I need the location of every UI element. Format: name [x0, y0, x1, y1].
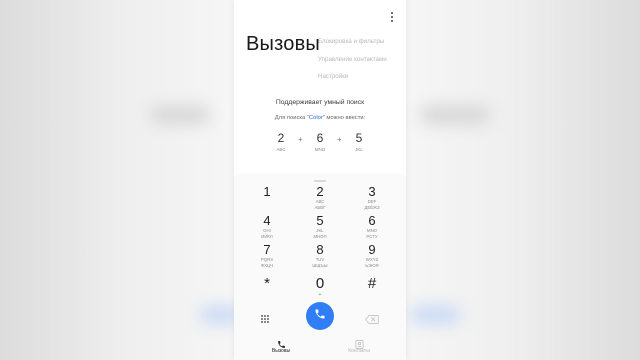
key-4[interactable]: 4 GHI ИЙКЛ [242, 213, 292, 240]
smart-search-hint: Для поиска "Color" можно ввести: [234, 115, 406, 121]
example-digit: 5 [355, 131, 363, 145]
example-letters: JKL [355, 147, 363, 152]
dialpad: 1 2 ABC АБВГ 3 DEF ДЕЁЖЗ 4 GHI ИЙКЛ 5 JK… [234, 176, 406, 360]
bottom-tabs: Вызовы Контакты [234, 336, 406, 360]
key-latin: + [318, 292, 322, 298]
key-cyr: ЬЭЮЯ [365, 263, 379, 268]
background-blur [410, 306, 460, 324]
key-2[interactable]: 2 ABC АБВГ [295, 184, 345, 211]
menu-item-settings[interactable]: Настройки [318, 73, 387, 91]
key-digit: 9 [368, 242, 376, 257]
more-vert-icon[interactable] [389, 12, 395, 26]
menu-item-block-filters[interactable]: Блокировка и фильтры [318, 38, 387, 56]
key-digit: 3 [368, 184, 376, 199]
key-digit: 8 [316, 242, 324, 257]
contacts-icon [329, 336, 389, 349]
overflow-menu: Блокировка и фильтры Управление контакта… [318, 38, 387, 91]
tab-label: Вызовы [271, 348, 291, 354]
example-digit: 2 [277, 131, 285, 145]
key-cyr: ИЙКЛ [261, 234, 273, 239]
key-digit: * [264, 275, 270, 292]
background-blur [420, 106, 490, 124]
background-left [0, 0, 234, 360]
page-title: Вызовы [246, 33, 320, 55]
key-digit: 1 [263, 184, 271, 199]
smart-search-title: Поддерживает умный поиск [275, 99, 365, 106]
background-blur [150, 106, 210, 124]
tab-label: Контакты [348, 348, 370, 354]
hint-prefix: Для поиска " [274, 115, 309, 121]
key-cyr: АБВГ [314, 205, 326, 210]
key-cyr: МНОП [313, 234, 327, 239]
key-digit: 2 [316, 184, 324, 199]
key-cyr: РСТУ [366, 234, 378, 239]
key-digit: 0 [315, 275, 325, 292]
phone-icon [314, 307, 326, 325]
key-cyr: ШЩЪЫ [312, 263, 328, 268]
example-plus: + [337, 135, 342, 144]
key-digit: 5 [316, 213, 324, 228]
backspace-icon[interactable] [365, 311, 379, 324]
key-1[interactable]: 1 [242, 185, 292, 199]
key-3[interactable]: 3 DEF ДЕЁЖЗ [347, 184, 397, 211]
hint-word: Color [308, 115, 323, 121]
key-8[interactable]: 8 TUV ШЩЪЫ [295, 242, 345, 269]
dialpad-handle[interactable] [314, 180, 326, 182]
example-key: 2 ABC [266, 131, 296, 152]
example-key: 5 JKL [344, 131, 374, 152]
key-7[interactable]: 7 PQRS ФХЦЧ [242, 242, 292, 269]
key-5[interactable]: 5 JKL МНОП [295, 213, 345, 240]
example-key: 6 MNO [305, 131, 335, 152]
tab-calls[interactable]: Вызовы [251, 336, 311, 354]
key-hash[interactable]: # [347, 276, 397, 292]
hint-suffix: " можно ввести: [322, 115, 366, 121]
menu-item-manage-contacts[interactable]: Управление контактами [318, 56, 387, 74]
key-cyr: ДЕЁЖЗ [364, 205, 380, 210]
key-digit: 4 [263, 213, 271, 228]
phone-screen: Вызовы Блокировка и фильтры Управление к… [234, 0, 406, 360]
key-0[interactable]: 0 + [295, 275, 345, 299]
tab-contacts[interactable]: Контакты [329, 336, 389, 354]
example-plus: + [298, 135, 303, 144]
phone-icon [251, 336, 311, 348]
example-digit: 6 [316, 131, 324, 145]
example-letters: MNO [314, 147, 326, 152]
call-button[interactable] [306, 302, 334, 330]
example-letters: ABC [276, 147, 286, 152]
key-digit: 7 [263, 242, 271, 257]
key-cyr: ФХЦЧ [260, 263, 274, 268]
key-9[interactable]: 9 WXYZ ЬЭЮЯ [347, 242, 397, 269]
key-6[interactable]: 6 MNO РСТУ [347, 213, 397, 240]
key-digit: 6 [368, 213, 376, 228]
key-digit: # [367, 275, 377, 292]
dialpad-grid-icon[interactable] [260, 311, 270, 323]
key-star[interactable]: * [242, 276, 292, 292]
